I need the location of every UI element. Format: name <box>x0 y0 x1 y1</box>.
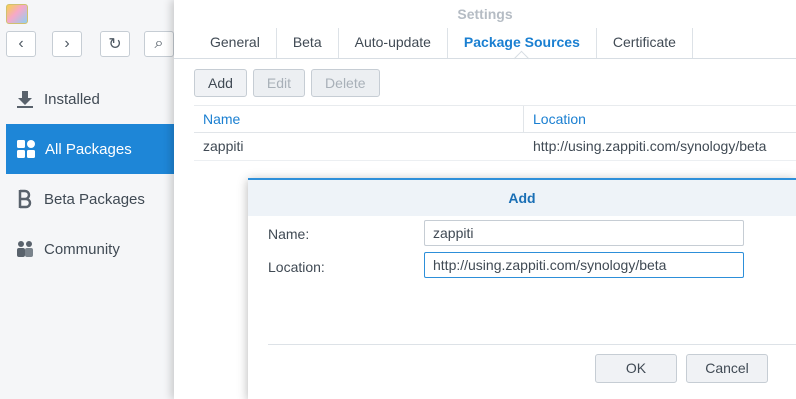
cancel-button[interactable]: Cancel <box>686 354 768 383</box>
location-label: Location: <box>268 259 325 275</box>
name-field[interactable] <box>424 220 744 246</box>
settings-title: Settings <box>457 6 513 22</box>
chevron-left-icon: ‹ <box>18 35 24 52</box>
table-row[interactable]: zappiti http://using.zappiti.com/synolog… <box>194 133 796 161</box>
cell-name: zappiti <box>203 138 244 154</box>
refresh-icon: ↻ <box>108 36 122 53</box>
cell-location: http://using.zappiti.com/synology/beta <box>533 138 767 154</box>
package-center-app-icon <box>6 4 28 24</box>
sidebar-item-installed[interactable]: Installed <box>0 74 174 124</box>
ok-button[interactable]: OK <box>595 354 677 383</box>
tab-certificate[interactable]: Certificate <box>597 28 693 58</box>
tab-divider <box>174 58 796 59</box>
search-icon: ⌕ <box>154 35 164 52</box>
forward-button[interactable]: › <box>52 31 82 57</box>
sidebar-item-label: Installed <box>44 90 100 108</box>
dialog-divider <box>268 344 796 345</box>
dialog-title: Add <box>248 180 796 216</box>
sidebar-item-label: Beta Packages <box>44 190 145 208</box>
tab-auto-update[interactable]: Auto-update <box>339 28 448 58</box>
people-icon <box>14 238 36 260</box>
sidebar-item-label: All Packages <box>45 140 132 158</box>
edit-button[interactable]: Edit <box>252 69 306 97</box>
sidebar-item-label: Community <box>44 240 120 258</box>
delete-button[interactable]: Delete <box>311 69 380 97</box>
back-button[interactable]: ‹ <box>6 31 36 57</box>
tab-beta[interactable]: Beta <box>277 28 339 58</box>
sidebar-item-all-packages[interactable]: All Packages <box>6 124 174 174</box>
tab-package-sources[interactable]: Package Sources <box>448 28 597 58</box>
beta-icon <box>14 188 36 210</box>
sidebar-item-community[interactable]: Community <box>0 224 174 274</box>
table-header: Name Location <box>194 105 796 133</box>
add-source-dialog: Add Name: Location: OK Cancel <box>248 178 796 399</box>
search-button[interactable]: ⌕ <box>144 31 174 57</box>
location-field[interactable] <box>424 252 744 278</box>
column-header-name[interactable]: Name <box>194 106 524 132</box>
sources-toolbar: Add Edit Delete <box>194 69 380 97</box>
chevron-right-icon: › <box>64 35 70 52</box>
settings-tabs: General Beta Auto-update Package Sources… <box>194 28 693 58</box>
add-button[interactable]: Add <box>194 69 247 97</box>
refresh-button[interactable]: ↻ <box>100 31 130 57</box>
grid-icon <box>15 138 37 160</box>
sidebar-item-beta-packages[interactable]: Beta Packages <box>0 174 174 224</box>
column-header-location[interactable]: Location <box>524 106 586 132</box>
package-sources-table: Name Location zappiti http://using.zappi… <box>194 105 796 161</box>
tab-general[interactable]: General <box>194 28 277 58</box>
sidebar: Installed All Packages Beta Packages Com… <box>0 74 174 274</box>
download-icon <box>14 88 36 110</box>
name-label: Name: <box>268 226 310 242</box>
